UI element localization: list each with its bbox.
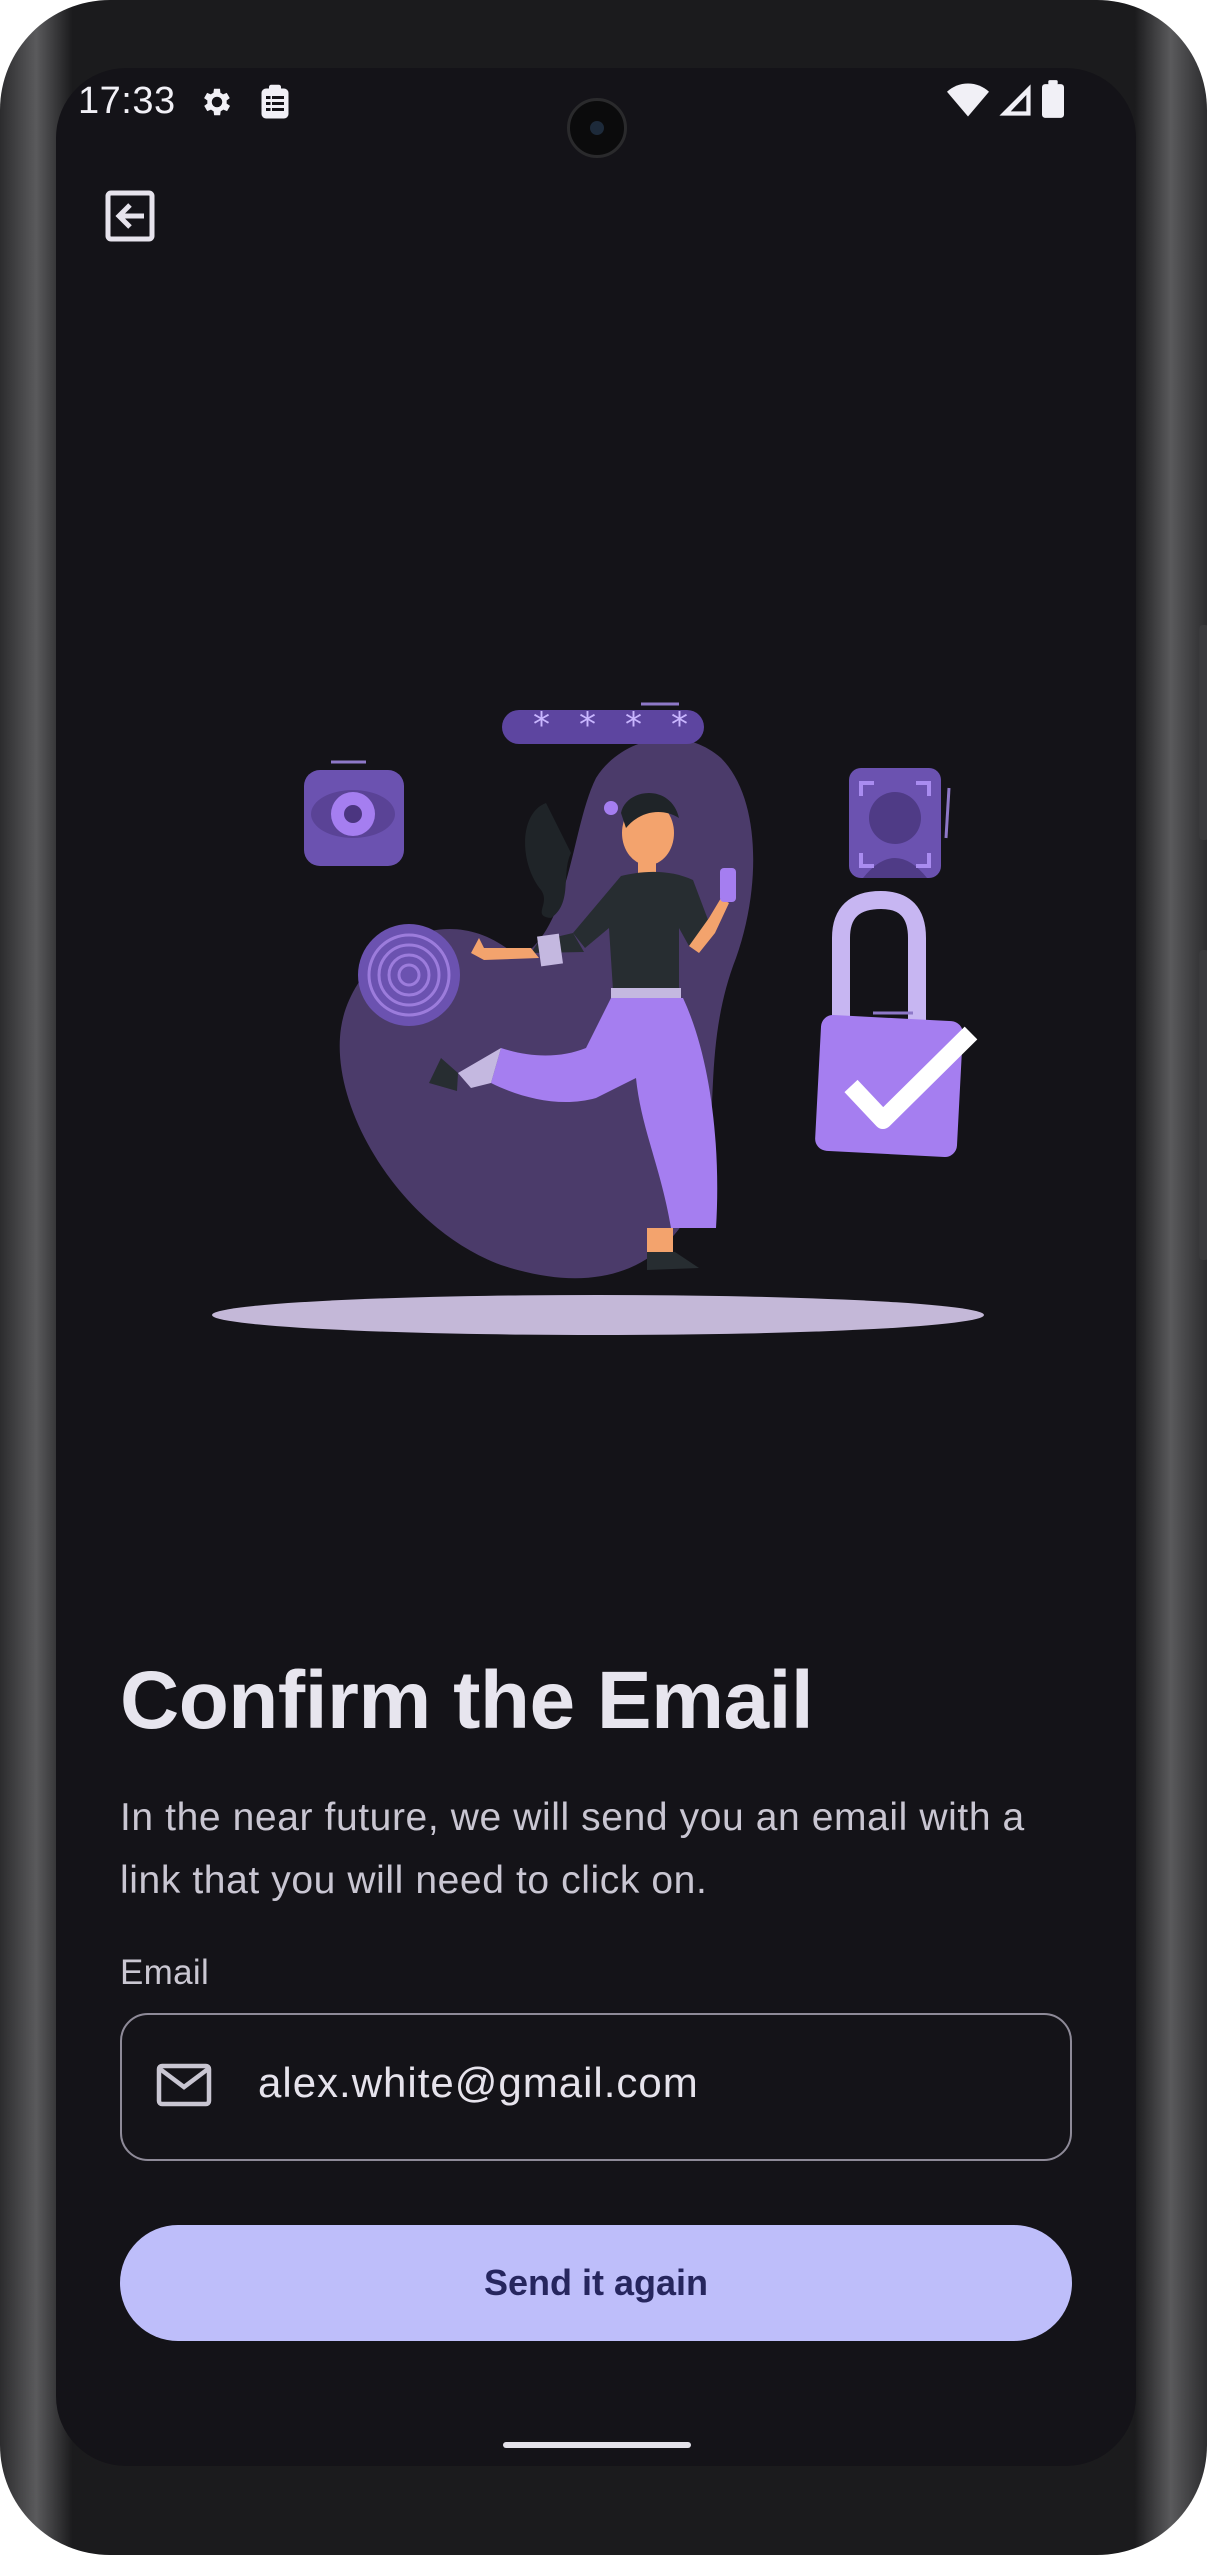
ground-shadow	[212, 1295, 984, 1335]
phone-frame: 17:33 * * * * Confirm the Email In the n…	[0, 0, 1207, 2555]
mail-icon	[156, 2063, 212, 2107]
front-camera	[567, 98, 627, 158]
app-screen: 17:33 * * * * Confirm the Email In the n…	[56, 68, 1136, 2466]
fingerprint-icon	[358, 924, 460, 1026]
svg-text:*: *	[579, 705, 596, 745]
padlock-check-icon	[815, 890, 978, 1158]
email-field-label: Email	[120, 1953, 210, 1992]
exit-arrow-icon	[105, 190, 155, 242]
volume-button	[1199, 950, 1207, 1260]
password-pill-icon: * * * *	[502, 702, 704, 745]
face-id-icon	[849, 768, 951, 878]
home-indicator[interactable]	[503, 2442, 691, 2448]
cellular-signal-icon	[999, 84, 1031, 116]
settings-gear-icon	[204, 88, 231, 116]
page-subtitle: In the near future, we will send you an …	[120, 1796, 1025, 1902]
security-illustration: * * * *	[212, 702, 984, 1335]
svg-text:*: *	[533, 705, 550, 745]
eye-scan-icon	[304, 760, 404, 866]
email-value[interactable]: alex.white@gmail.com	[258, 2059, 699, 2107]
svg-text:*: *	[625, 705, 642, 745]
clipboard-notification-icon	[261, 84, 289, 119]
page-title: Confirm the Email	[120, 1655, 814, 1746]
status-time: 17:33	[78, 80, 176, 122]
battery-icon	[1042, 80, 1064, 118]
send-again-button[interactable]: Send it again	[120, 2225, 1072, 2341]
svg-text:*: *	[671, 705, 688, 745]
wifi-icon	[947, 83, 989, 117]
email-field[interactable]: alex.white@gmail.com	[120, 2013, 1072, 2161]
power-button	[1199, 625, 1207, 840]
back-button[interactable]	[102, 186, 162, 246]
